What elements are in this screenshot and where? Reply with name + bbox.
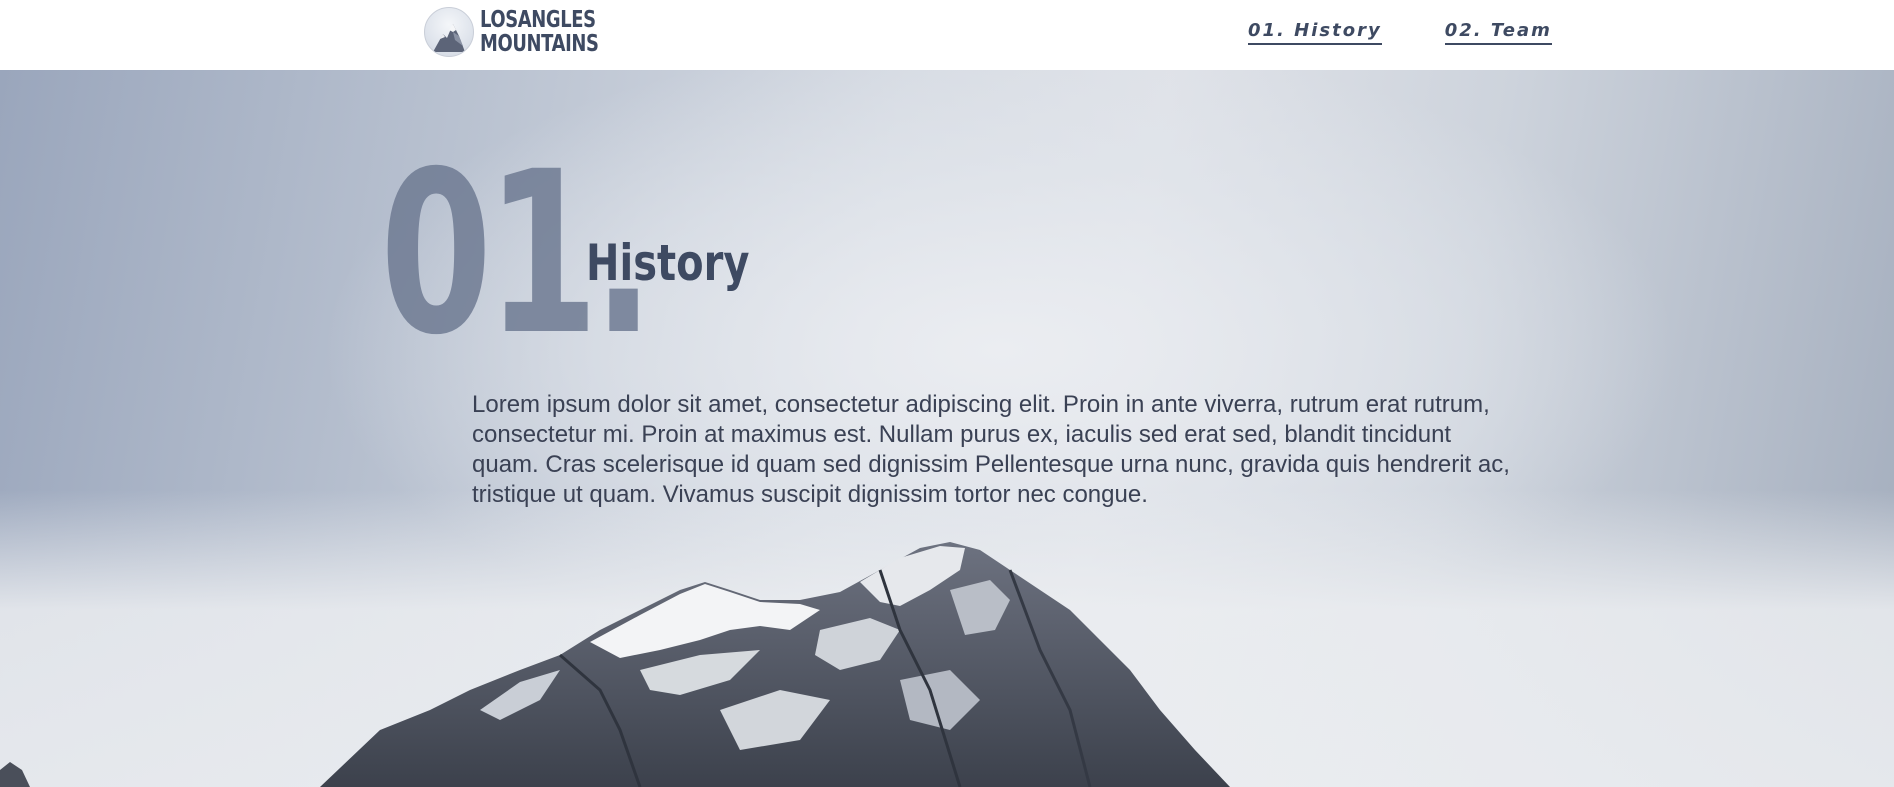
nav-link-team[interactable]: 02. Team bbox=[1444, 20, 1552, 45]
hero-section: 01. History Lorem ipsum dolor sit amet, … bbox=[0, 70, 1894, 787]
logo-link[interactable]: LOSANGLES MOUNTAINS bbox=[424, 7, 632, 57]
mountain-logo-icon bbox=[424, 7, 474, 57]
logo-line-1: LOSANGLES bbox=[480, 7, 596, 33]
site-header: LOSANGLES MOUNTAINS 01. History 02. Team bbox=[0, 0, 1894, 70]
section-title: History bbox=[586, 234, 750, 292]
section-body-text: Lorem ipsum dolor sit amet, consectetur … bbox=[472, 391, 1510, 508]
logo-line-2: MOUNTAINS bbox=[480, 31, 599, 57]
nav-link-history[interactable]: 01. History bbox=[1248, 20, 1382, 45]
main-nav: 01. History 02. Team bbox=[1248, 20, 1552, 45]
logo-wordmark: LOSANGLES MOUNTAINS bbox=[480, 8, 599, 56]
